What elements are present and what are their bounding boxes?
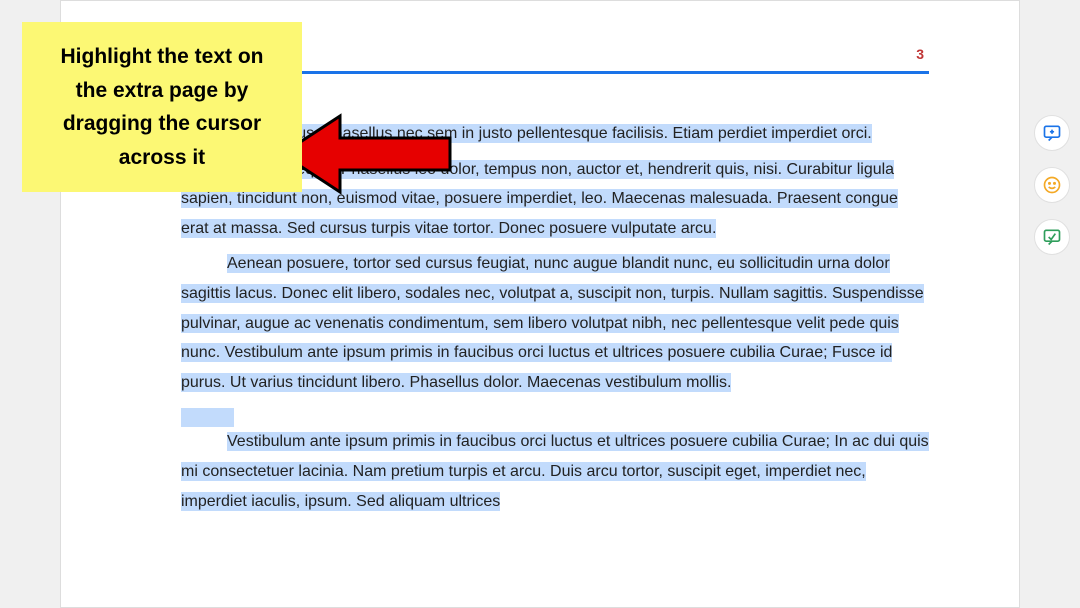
side-toolbar <box>1034 115 1070 255</box>
add-comment-button[interactable] <box>1034 115 1070 151</box>
paragraph-4[interactable]: Vestibulum ante ipsum primis in faucibus… <box>181 427 929 516</box>
suggest-icon <box>1042 227 1062 247</box>
highlighted-blank[interactable] <box>181 408 234 427</box>
instruction-callout: Highlight the text on the extra page by … <box>22 22 302 192</box>
comment-plus-icon <box>1042 123 1062 143</box>
emoji-icon <box>1042 175 1062 195</box>
paragraph-3[interactable]: Aenean posuere, tortor sed cursus feugia… <box>181 249 929 397</box>
suggest-edits-button[interactable] <box>1034 219 1070 255</box>
emoji-reaction-button[interactable] <box>1034 167 1070 203</box>
page-number: 3 <box>916 46 924 62</box>
highlighted-text[interactable]: Vestibulum ante ipsum primis in faucibus… <box>181 432 929 510</box>
highlighted-text[interactable]: Aenean posuere, tortor sed cursus feugia… <box>181 254 924 391</box>
